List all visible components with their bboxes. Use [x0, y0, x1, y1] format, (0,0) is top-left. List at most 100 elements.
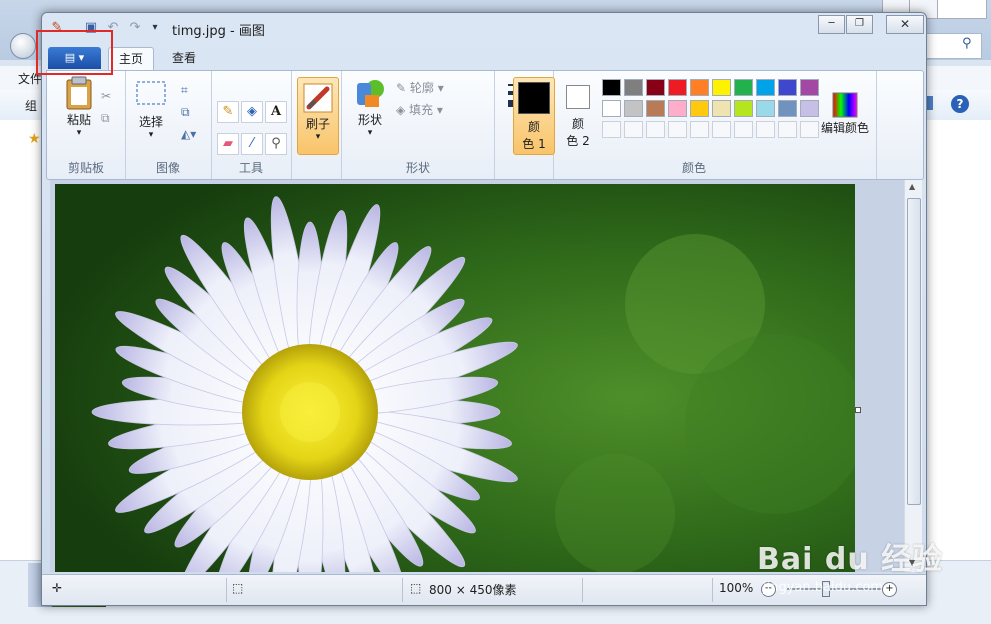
palette-swatch[interactable] — [712, 100, 731, 117]
canvas-area — [50, 180, 904, 572]
status-separator — [402, 578, 403, 602]
color2-label-1: 颜 — [571, 117, 584, 131]
palette-swatch[interactable] — [778, 79, 797, 96]
favorites-star-icon[interactable]: ★ — [28, 131, 41, 147]
minimize-button[interactable]: ─ — [818, 15, 845, 34]
palette-swatch[interactable] — [668, 121, 687, 138]
quick-access-dropdown-icon[interactable]: ▾ — [146, 19, 164, 37]
restore-button[interactable]: ❐ — [846, 15, 873, 34]
ribbon-tabs: ▤ ▾ 主页 查看 ? — [42, 46, 926, 98]
edit-colors-button[interactable]: 编辑颜色 — [819, 91, 871, 136]
palette-swatch[interactable] — [756, 121, 775, 138]
palette-swatch[interactable] — [602, 121, 621, 138]
color2-label-2: 色 2 — [566, 134, 590, 148]
brush-label: 刷子 — [305, 117, 330, 131]
color2-button[interactable]: 颜 色 2 — [558, 77, 598, 153]
shapes-icon — [357, 80, 384, 107]
copy-icon[interactable]: ⧉ — [101, 111, 110, 126]
palette-swatch[interactable] — [668, 79, 687, 96]
brush-dropdown-icon[interactable]: ▾ — [298, 132, 338, 142]
fill-bucket-icon[interactable]: ◈ — [241, 101, 263, 123]
search-input[interactable] — [925, 33, 982, 59]
cut-icon[interactable]: ✂ — [101, 89, 111, 103]
palette-swatch[interactable] — [756, 100, 775, 117]
eraser-icon[interactable]: ▰ — [217, 133, 239, 155]
color1-label-1: 颜 — [527, 120, 540, 134]
close-button[interactable]: ✕ — [886, 15, 924, 34]
color1-button[interactable]: 颜 色 1 — [513, 77, 555, 155]
resize-handle[interactable] — [855, 407, 861, 413]
highlight-annotation — [36, 30, 113, 75]
fill-label: 填充 — [409, 103, 434, 117]
redo-icon[interactable]: ↷ — [126, 19, 144, 37]
tab-view[interactable]: 查看 — [162, 47, 206, 69]
palette-swatch[interactable] — [800, 100, 819, 117]
palette-swatch[interactable] — [800, 79, 819, 96]
status-separator — [712, 578, 713, 602]
select-dropdown-icon[interactable]: ▾ — [131, 130, 171, 140]
shapes-group-label: 形状 — [405, 161, 430, 175]
palette-swatch[interactable] — [778, 121, 797, 138]
palette-swatch[interactable] — [646, 121, 665, 138]
status-separator — [582, 578, 583, 602]
color1-label-2: 色 1 — [522, 137, 546, 151]
brush-icon — [303, 83, 333, 113]
watermark-url: jingyan.baidu.com — [763, 580, 883, 595]
bg-nav-pane — [0, 120, 42, 560]
palette-swatch[interactable] — [756, 79, 775, 96]
scroll-thumb[interactable] — [907, 198, 921, 505]
pencil-icon[interactable]: ✎ — [217, 101, 239, 123]
palette-swatch[interactable] — [778, 100, 797, 117]
organize-button[interactable]: 组 — [25, 97, 37, 114]
bg-help-icon[interactable]: ? — [951, 95, 969, 113]
outline-button[interactable]: ✎ 轮廓 ▾ — [396, 79, 444, 96]
clipboard-group-label: 剪贴板 — [67, 161, 104, 175]
shapes-dropdown-icon[interactable]: ▾ — [350, 128, 390, 138]
paste-button[interactable]: 粘贴 ▾ — [59, 75, 99, 138]
palette-swatch[interactable] — [734, 121, 753, 138]
title-bar: ✎ ▣ ↶ ↷ ▾ timg.jpg - 画图 ─ ❐ ✕ — [42, 13, 926, 43]
group-shapes: 形状 ▾ ✎ 轮廓 ▾ ◈ 填充 ▾ 形状 — [341, 71, 495, 179]
palette-swatch[interactable] — [690, 100, 709, 117]
search-icon[interactable]: ⚲ — [962, 36, 972, 51]
ribbon: 粘贴 ▾ ✂ ⧉ 剪贴板 选择 ▾ ⌗ ⧉ ◭▾ 图像 ✎ ◈ A ▰ ⁄ ⚲ … — [46, 70, 924, 180]
resize-icon[interactable]: ⧉ — [181, 105, 190, 120]
color-picker-icon[interactable]: ⁄ — [241, 133, 263, 155]
palette-swatch[interactable] — [800, 121, 819, 138]
paint-window: ✎ ▣ ↶ ↷ ▾ timg.jpg - 画图 ─ ❐ ✕ ▤ ▾ 主页 查看 … — [41, 12, 927, 606]
magnifier-icon[interactable]: ⚲ — [265, 133, 287, 155]
palette-swatch[interactable] — [734, 100, 753, 117]
tab-home[interactable]: 主页 — [108, 47, 155, 70]
palette-swatch[interactable] — [602, 79, 621, 96]
shapes-button[interactable]: 形状 ▾ — [350, 77, 390, 138]
palette-swatch[interactable] — [646, 100, 665, 117]
ribbon-separator — [876, 71, 877, 179]
palette-swatch[interactable] — [624, 100, 643, 117]
palette-swatch[interactable] — [690, 79, 709, 96]
vertical-scrollbar[interactable]: ▲ ▼ — [904, 180, 922, 572]
palette-swatch[interactable] — [624, 79, 643, 96]
baidu-watermark: Bai du 经验 jingyan.baidu.com — [757, 534, 943, 595]
back-button[interactable] — [10, 33, 36, 59]
edit-colors-label: 编辑颜色 — [820, 121, 869, 135]
palette-swatch[interactable] — [646, 79, 665, 96]
crop-icon[interactable]: ⌗ — [181, 83, 188, 98]
fill-button[interactable]: ◈ 填充 ▾ — [396, 101, 443, 118]
paste-dropdown-icon[interactable]: ▾ — [59, 128, 99, 138]
brushes-button[interactable]: 刷子 ▾ — [297, 77, 339, 155]
bg-close-button[interactable] — [937, 0, 987, 19]
select-icon — [136, 81, 166, 105]
palette-swatch[interactable] — [712, 79, 731, 96]
palette-swatch[interactable] — [712, 121, 731, 138]
scroll-up-icon[interactable]: ▲ — [909, 182, 915, 191]
zoom-in-button[interactable]: + — [882, 582, 897, 597]
image-canvas[interactable] — [55, 184, 855, 572]
rotate-icon[interactable]: ◭▾ — [181, 127, 196, 141]
palette-swatch[interactable] — [734, 79, 753, 96]
palette-swatch[interactable] — [624, 121, 643, 138]
palette-swatch[interactable] — [602, 100, 621, 117]
palette-swatch[interactable] — [668, 100, 687, 117]
select-button[interactable]: 选择 ▾ — [131, 79, 171, 140]
text-icon[interactable]: A — [265, 101, 287, 123]
palette-swatch[interactable] — [690, 121, 709, 138]
